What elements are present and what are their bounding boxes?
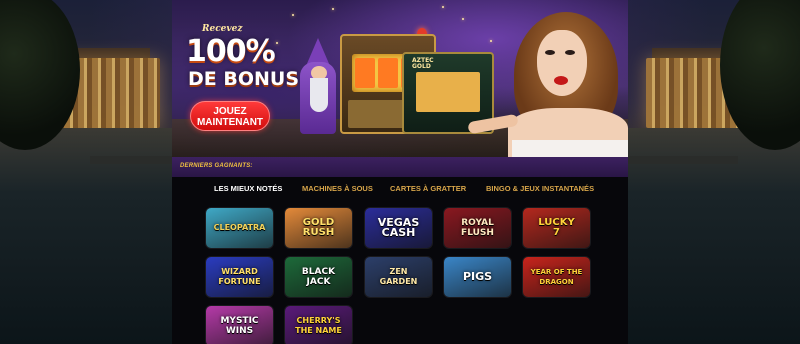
woman-dress bbox=[512, 140, 628, 157]
tab-scratch-cards[interactable]: CARTES À GRATTER bbox=[390, 184, 466, 193]
game-title-line2: WINS bbox=[225, 326, 254, 336]
game-tile[interactable]: YEAR OF THE DRAGON bbox=[523, 257, 590, 297]
game-title: CHERRY'S THE NAME bbox=[285, 316, 352, 336]
game-tile[interactable]: ROYAL FLUSH bbox=[444, 208, 511, 248]
game-title: YEAR OF THE DRAGON bbox=[523, 267, 590, 287]
game-title-line1: CHERRY'S bbox=[296, 316, 341, 325]
background-left-panel bbox=[0, 0, 172, 344]
game-title: BLACK JACK bbox=[285, 267, 352, 287]
game-title-line2: 7 bbox=[553, 227, 560, 238]
game-title-line1: MYSTIC bbox=[220, 316, 259, 326]
game-tile[interactable]: GOLD RUSH bbox=[285, 208, 352, 248]
promo-banner[interactable]: Recevez 100% DE BONUS JOUEZ MAINTENANT A… bbox=[172, 0, 628, 157]
game-title: GOLD RUSH bbox=[285, 218, 352, 238]
game-title: LUCKY 7 bbox=[523, 218, 590, 238]
recent-winners-label: DERNIERS GAGNANTS: bbox=[180, 163, 253, 169]
machine-tag-line2: GOLD bbox=[412, 63, 431, 70]
game-title-line1: ZEN bbox=[389, 267, 408, 276]
game-title: PIGS bbox=[444, 270, 511, 283]
tab-slot-machines[interactable]: MACHINES À SOUS bbox=[302, 184, 373, 193]
sparkle bbox=[276, 42, 278, 44]
game-title-line1: YEAR OF THE bbox=[530, 268, 583, 276]
sparkle bbox=[332, 8, 334, 10]
game-title: ZEN GARDEN bbox=[365, 267, 432, 287]
woman-lips bbox=[554, 76, 568, 85]
game-tile[interactable]: LUCKY 7 bbox=[523, 208, 590, 248]
game-tile[interactable]: MYSTIC WINS bbox=[206, 306, 273, 344]
machine-screen bbox=[416, 72, 480, 112]
game-tile[interactable]: VEGAS CASH bbox=[365, 208, 432, 248]
reel bbox=[355, 58, 375, 88]
game-tile[interactable]: CLEOPATRA bbox=[206, 208, 273, 248]
game-title-line2: DRAGON bbox=[539, 278, 574, 286]
bridge-right bbox=[628, 156, 738, 164]
game-title-line1: BLACK bbox=[301, 267, 336, 277]
game-title: WIZARD FORTUNE bbox=[206, 267, 273, 287]
sparkle bbox=[292, 14, 294, 16]
game-title-line2: THE NAME bbox=[295, 326, 342, 335]
game-tile[interactable]: PIGS bbox=[444, 257, 511, 297]
machine-tag: AZTEC GOLD bbox=[412, 58, 434, 70]
woman-eye bbox=[545, 50, 555, 55]
game-title: CLEOPATRA bbox=[206, 223, 273, 233]
sparkle bbox=[462, 18, 464, 20]
game-title-line1: ROYAL bbox=[461, 218, 494, 228]
game-title-line2: CASH bbox=[381, 226, 416, 239]
game-tile[interactable]: BLACK JACK bbox=[285, 257, 352, 297]
bridge-left bbox=[90, 156, 172, 164]
game-title: ROYAL FLUSH bbox=[444, 218, 511, 238]
banner-subheadline: DE BONUS bbox=[188, 68, 300, 90]
tab-bingo-instant[interactable]: BINGO & JEUX INSTANTANÉS bbox=[486, 184, 594, 193]
game-tile[interactable]: WIZARD FORTUNE bbox=[206, 257, 273, 297]
background-right-panel bbox=[628, 0, 800, 344]
woman-face bbox=[537, 30, 587, 96]
game-title-line1: WIZARD bbox=[221, 267, 258, 276]
game-category-tabs: LES MIEUX NOTÉS MACHINES À SOUS CARTES À… bbox=[172, 181, 628, 199]
reel bbox=[378, 58, 398, 88]
recent-winners-bar: DERNIERS GAGNANTS: bbox=[172, 157, 628, 177]
game-tile[interactable]: ZEN GARDEN bbox=[365, 257, 432, 297]
game-title-line1: CLEOPATRA bbox=[213, 223, 266, 232]
play-now-label-line2: MAINTENANT bbox=[196, 117, 264, 128]
game-tile[interactable]: CHERRY'S THE NAME bbox=[285, 306, 352, 344]
game-title: VEGAS CASH bbox=[365, 217, 432, 239]
sparkle bbox=[490, 40, 492, 42]
game-title-line2: FORTUNE bbox=[218, 277, 261, 286]
game-title-line2: FLUSH bbox=[461, 228, 494, 238]
game-title-line2: RUSH bbox=[302, 227, 335, 238]
banner-headline: 100% bbox=[186, 34, 276, 69]
sparkle bbox=[442, 6, 444, 8]
main-column: Recevez 100% DE BONUS JOUEZ MAINTENANT A… bbox=[172, 0, 628, 344]
game-title-line2: JACK bbox=[306, 277, 331, 287]
game-title: MYSTIC WINS bbox=[206, 316, 273, 336]
tab-top-rated[interactable]: LES MIEUX NOTÉS bbox=[214, 184, 282, 193]
play-now-label-line1: JOUEZ bbox=[213, 106, 247, 117]
banner-kicker: Recevez bbox=[202, 24, 243, 34]
wizard-beard bbox=[310, 78, 328, 112]
game-title-line1: PIGS bbox=[462, 270, 493, 283]
casino-page: Recevez 100% DE BONUS JOUEZ MAINTENANT A… bbox=[0, 0, 800, 344]
game-title-line2: GARDEN bbox=[379, 277, 418, 286]
play-now-button[interactable]: JOUEZ MAINTENANT bbox=[190, 101, 270, 131]
woman-eye bbox=[565, 50, 575, 55]
